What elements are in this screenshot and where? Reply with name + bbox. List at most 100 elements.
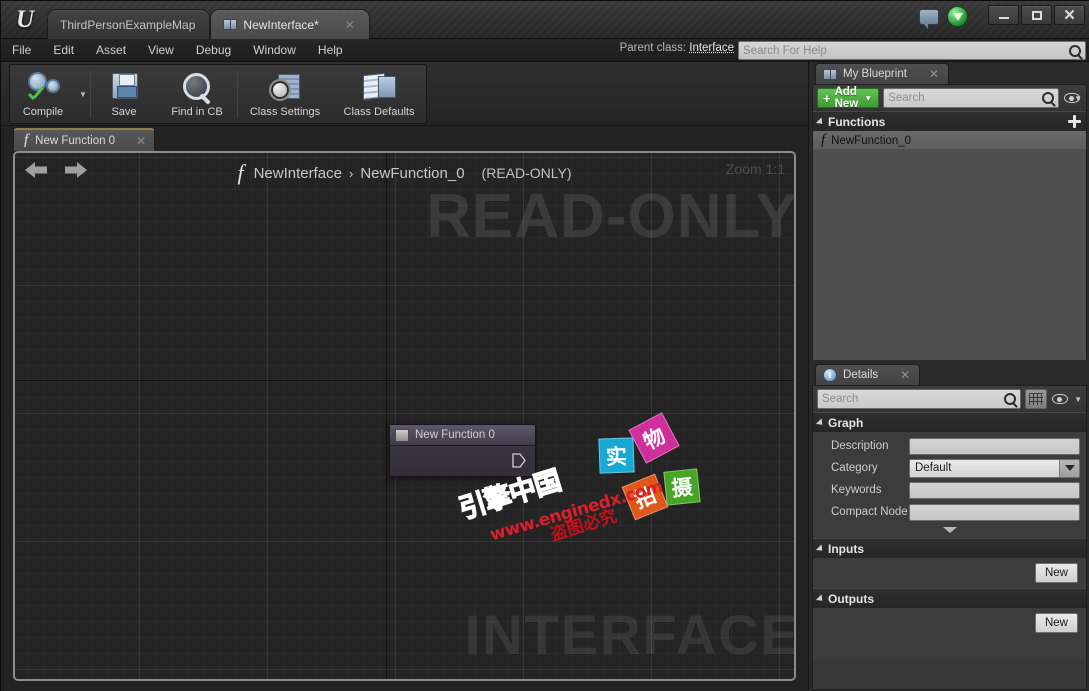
details-search-box[interactable] (817, 389, 1022, 409)
compile-button[interactable]: Compile (10, 66, 76, 122)
breadcrumb-readonly-state: (READ-ONLY) (481, 165, 572, 181)
add-new-button[interactable]: + Add New ▼ (817, 86, 880, 110)
property-label: Keywords (831, 484, 882, 496)
close-icon[interactable]: ✕ (900, 368, 910, 382)
chat-bubble-icon[interactable] (919, 8, 939, 29)
search-icon (1069, 44, 1081, 57)
green-globe-icon[interactable] (947, 6, 968, 27)
add-function-icon[interactable] (1067, 114, 1082, 129)
function-fx-icon: f (821, 132, 826, 148)
blueprint-node-new-function-0[interactable]: New Function 0 (389, 424, 536, 477)
right-dock: My Blueprint ✕ + Add New ▼ ▼ (808, 62, 1089, 691)
section-header-graph[interactable]: Graph (813, 412, 1086, 432)
floppy-disk-icon (107, 71, 141, 103)
menu-file[interactable]: File (1, 39, 42, 61)
section-header-functions[interactable]: Functions (813, 111, 1086, 131)
description-field[interactable] (909, 437, 1080, 455)
graph-tab-new-function-0[interactable]: f New Function 0 ✕ (13, 128, 156, 151)
parent-class-link[interactable]: Interface (689, 42, 734, 54)
section-header-outputs-label: Outputs (828, 591, 874, 606)
blueprint-node-body (390, 446, 535, 477)
close-icon[interactable]: ✕ (136, 134, 146, 148)
expand-down-icon[interactable] (813, 523, 1086, 537)
details-search-input[interactable] (822, 393, 1005, 405)
expand-triangle-icon (815, 543, 826, 554)
menu-help[interactable]: Help (307, 39, 354, 61)
section-header-inputs-label: Inputs (828, 541, 864, 556)
new-input-button[interactable]: New (1034, 563, 1078, 583)
find-in-cb-button-label: Find in CB (171, 106, 223, 118)
my-blueprint-search-input[interactable] (888, 92, 1043, 104)
menu-asset[interactable]: Asset (85, 39, 137, 61)
chevron-down-icon: ▼ (864, 93, 873, 103)
chevron-down-icon[interactable]: ▼ (1074, 395, 1082, 404)
help-search-input[interactable] (743, 44, 1069, 57)
tab-details[interactable]: i Details ✕ (815, 364, 921, 385)
section-header-inputs[interactable]: Inputs (813, 538, 1086, 558)
menu-debug[interactable]: Debug (185, 39, 242, 61)
compile-button-label: Compile (22, 106, 64, 118)
breadcrumb: f NewInterface › NewFunction_0 (READ-ONL… (15, 160, 794, 186)
menu-edit[interactable]: Edit (42, 39, 85, 61)
property-label: Compact Node (831, 506, 908, 518)
breadcrumb-root[interactable]: NewInterface (254, 165, 342, 182)
minimize-button[interactable] (988, 5, 1019, 25)
grid-view-icon[interactable] (1025, 389, 1048, 409)
menu-bar: File Edit Asset View Debug Window Help P… (1, 39, 1089, 62)
graph-canvas-frame[interactable]: READ-ONLY INTERFACE f NewInterface › New… (13, 151, 796, 681)
close-icon[interactable]: ✕ (929, 67, 939, 81)
my-blueprint-panel: + Add New ▼ ▼ Functions (812, 84, 1087, 360)
parent-class-indicator: Parent class: Interface (620, 42, 734, 54)
my-blueprint-empty-area[interactable] (813, 149, 1086, 360)
property-row-category: Category Default (813, 457, 1086, 479)
keywords-field[interactable] (909, 481, 1080, 499)
close-button[interactable]: ✕ (1054, 5, 1085, 25)
document-tab-third-person-example-map[interactable]: ThirdPersonExampleMap (47, 9, 211, 39)
chevron-down-icon[interactable] (1059, 459, 1079, 477)
category-dropdown[interactable]: Default (909, 458, 1080, 478)
list-item-new-function-0[interactable]: f NewFunction_0 (813, 131, 1086, 150)
graph-tab-strip: f New Function 0 ✕ (13, 128, 156, 152)
maximize-button[interactable] (1021, 5, 1052, 25)
find-in-cb-button[interactable]: Find in CB (157, 66, 237, 122)
eye-icon[interactable] (1063, 89, 1081, 107)
my-blueprint-search-box[interactable] (883, 88, 1060, 108)
section-header-outputs[interactable]: Outputs (813, 588, 1086, 608)
my-blueprint-toolbar: + Add New ▼ ▼ (813, 85, 1086, 111)
info-icon: i (823, 368, 837, 382)
book-icon (823, 68, 837, 80)
graph-origin-axis-horizontal (15, 380, 794, 381)
function-node-icon (395, 428, 409, 442)
main-toolbar: Compile ▼ Save Find in CB Class Settings… (1, 62, 808, 126)
list-item-label: NewFunction_0 (831, 134, 912, 147)
help-search-box[interactable] (738, 41, 1086, 60)
save-button[interactable]: Save (91, 66, 157, 122)
document-tab-label: NewInterface* (243, 17, 319, 32)
exec-output-pin-icon[interactable] (512, 453, 526, 468)
new-output-button[interactable]: New (1034, 613, 1078, 633)
menu-view[interactable]: View (137, 39, 185, 61)
graph-editor-area: f New Function 0 ✕ READ-ONLY INTERFACE f (1, 126, 808, 691)
breadcrumb-current[interactable]: NewFunction_0 (360, 165, 464, 182)
document-tab-new-interface[interactable]: NewInterface* ✕ (210, 9, 370, 39)
close-icon[interactable]: ✕ (325, 19, 355, 31)
graph-properties: Description Category Default Keywords Co… (813, 432, 1086, 538)
class-settings-button-label: Class Settings (249, 106, 321, 118)
menu-window[interactable]: Window (242, 39, 307, 61)
document-tab-label: ThirdPersonExampleMap (60, 17, 196, 32)
function-fx-icon: f (24, 132, 29, 148)
property-row-compact-node: Compact Node (813, 501, 1086, 523)
parent-class-label: Parent class: (619, 42, 687, 54)
eye-icon[interactable] (1051, 390, 1069, 408)
save-button-label: Save (111, 106, 137, 118)
compile-dropdown-caret-icon[interactable]: ▼ (76, 66, 90, 122)
details-filler (813, 638, 1086, 660)
class-settings-button[interactable]: Class Settings (238, 66, 332, 122)
tab-my-blueprint[interactable]: My Blueprint ✕ (815, 63, 949, 84)
section-header-graph-label: Graph (828, 415, 864, 430)
window-tools (919, 6, 968, 29)
compact-node-field[interactable] (909, 503, 1080, 521)
class-defaults-button[interactable]: Class Defaults (332, 66, 426, 122)
unreal-blueprint-editor-window: U ThirdPersonExampleMap NewInterface* ✕ … (0, 0, 1089, 691)
add-new-button-label: Add New (834, 86, 859, 110)
